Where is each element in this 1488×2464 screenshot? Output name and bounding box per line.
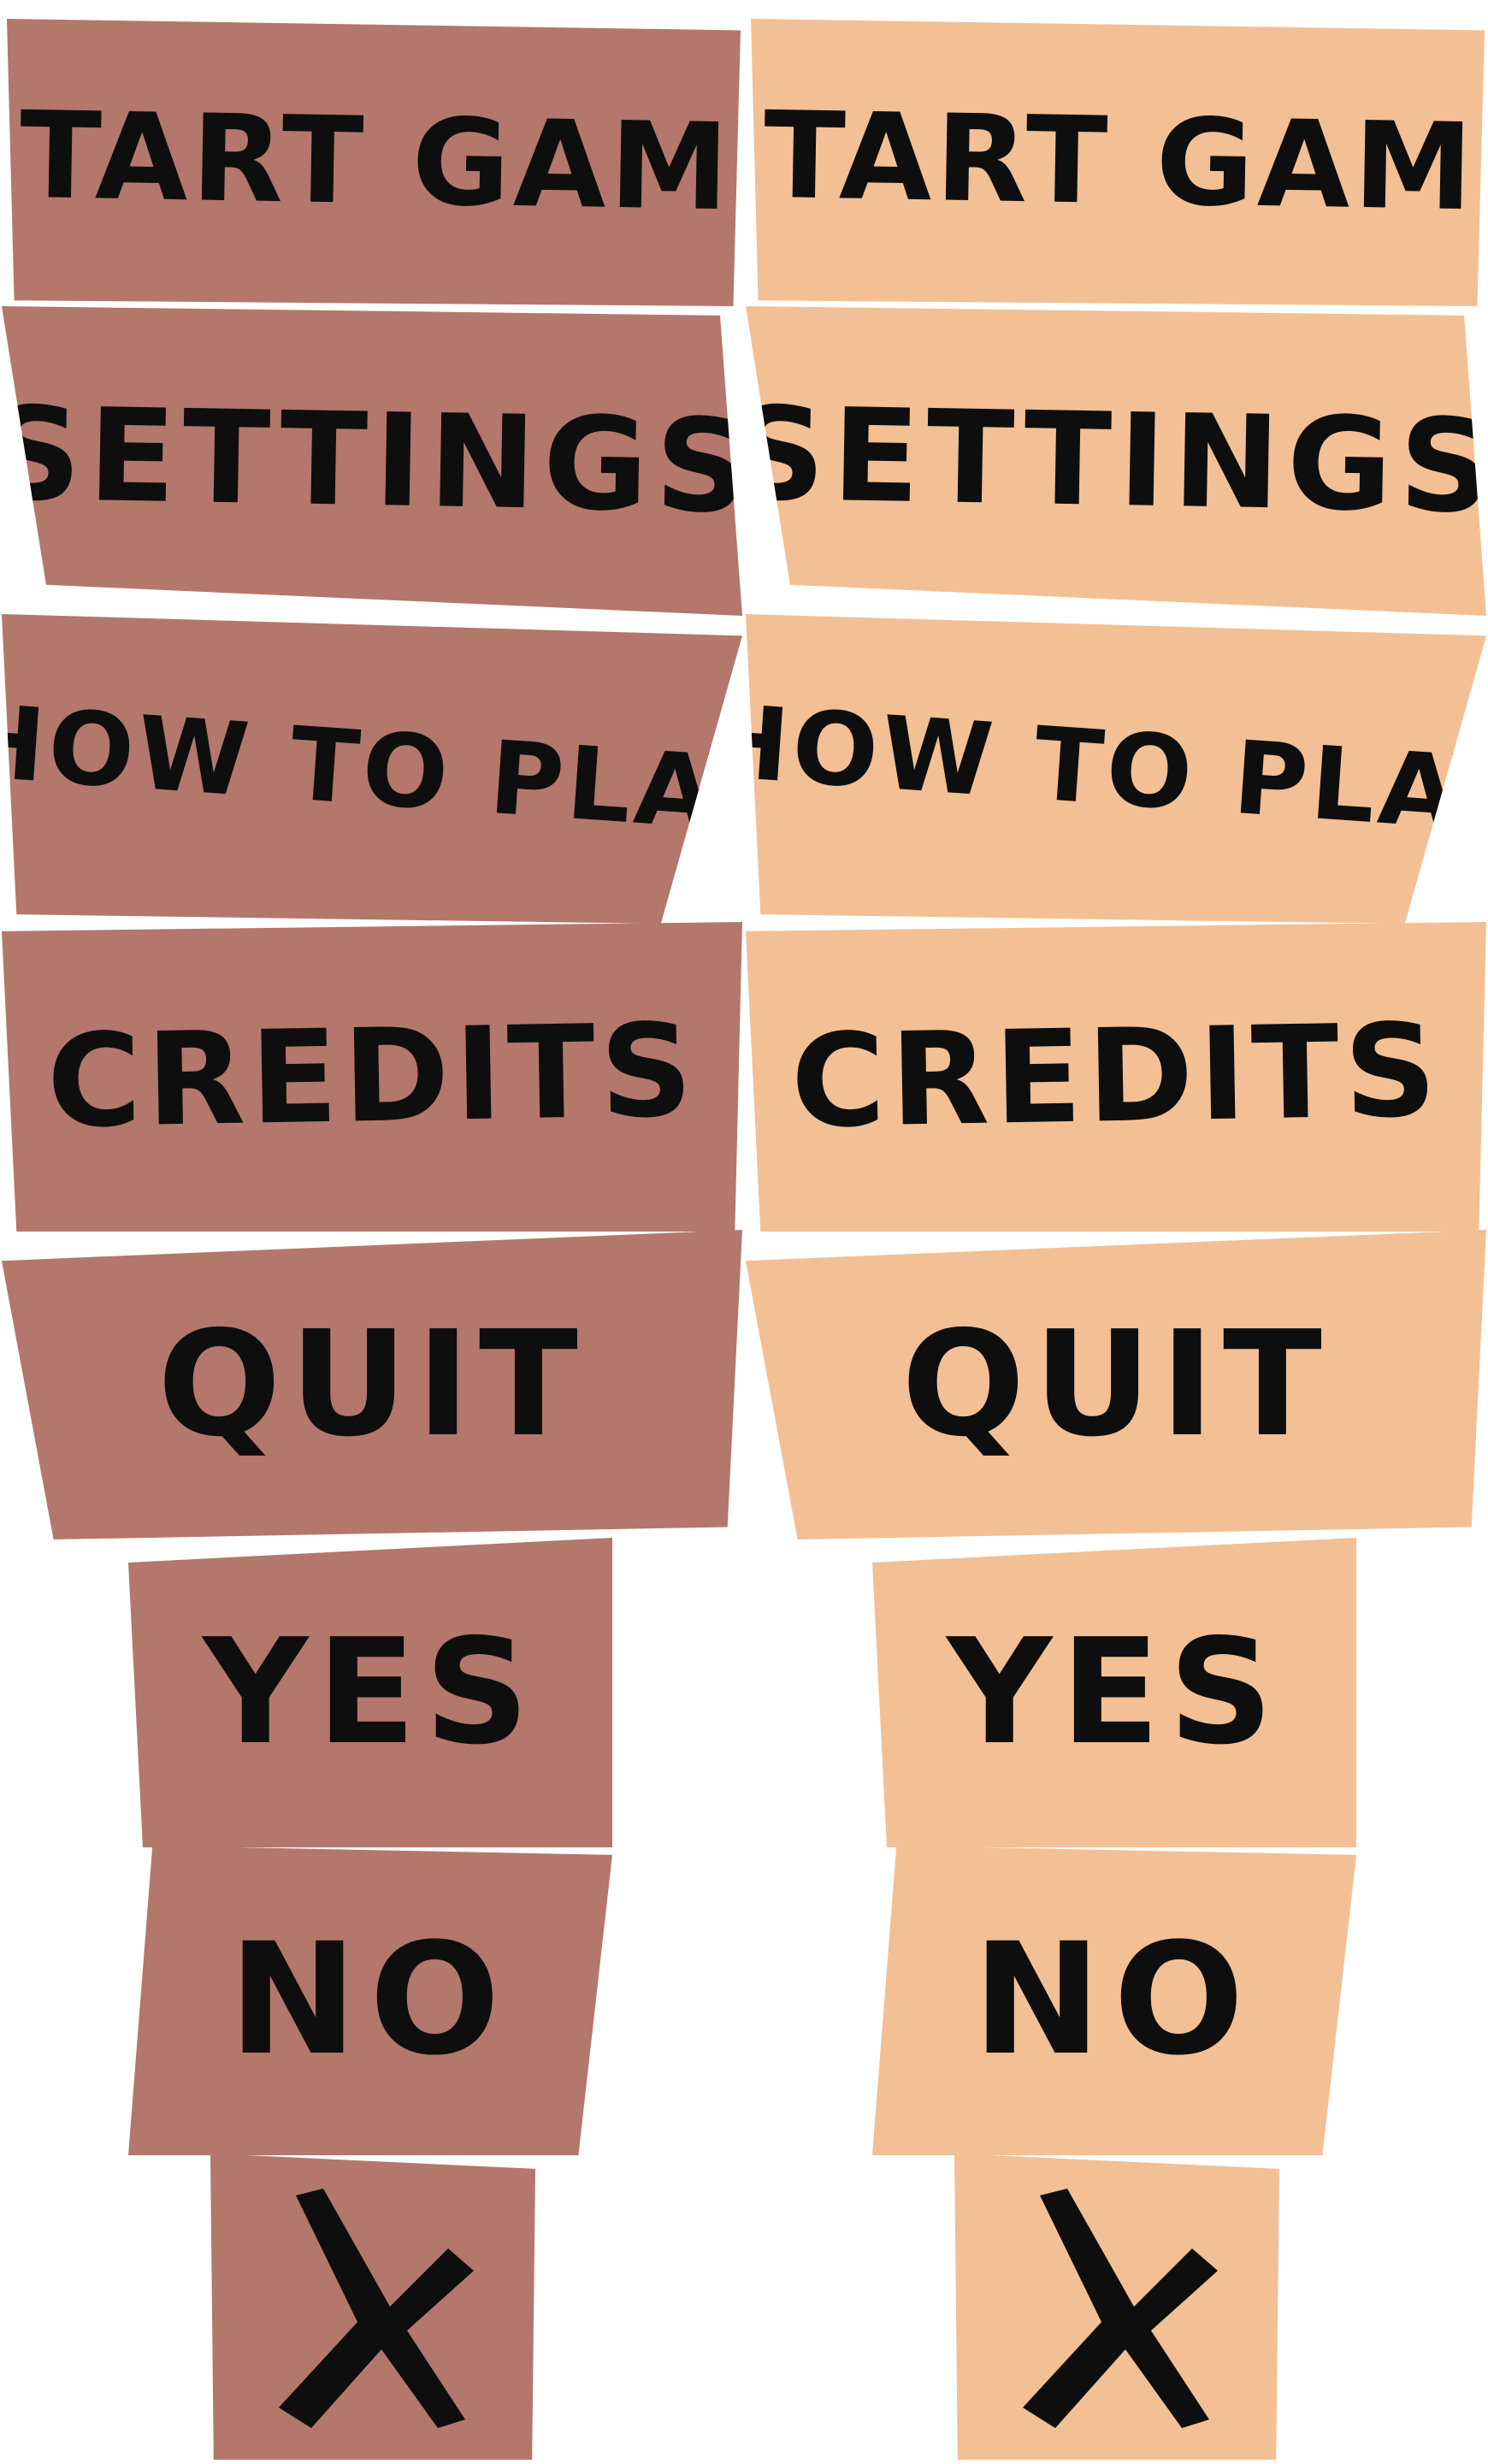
how-to-play-label: HOW TO PLAY xyxy=(0,681,788,857)
quit-button[interactable]: QUIT xyxy=(746,1230,1486,1539)
credits-button[interactable]: CREDITS xyxy=(2,922,742,1232)
credits-label: CREDITS xyxy=(789,996,1443,1157)
yes-button[interactable]: YES xyxy=(872,1538,1356,1847)
no-label: NO xyxy=(972,1911,1256,2089)
credits-button[interactable]: CREDITS xyxy=(746,922,1486,1232)
button-set-dark: START GAME SETTINGS HOW TO PLAY CREDITS … xyxy=(0,0,744,2464)
quit-button[interactable]: QUIT xyxy=(2,1230,742,1539)
button-set-light: START GAME SETTINGS HOW TO PLAY CREDITS … xyxy=(744,0,1488,2464)
x-close-icon xyxy=(262,2178,484,2435)
yes-label: YES xyxy=(947,1608,1282,1777)
start-game-button[interactable]: START GAME xyxy=(7,19,741,306)
no-label: NO xyxy=(228,1911,512,2089)
x-close-icon xyxy=(1006,2178,1228,2435)
settings-label: SETTINGS xyxy=(732,380,1488,542)
how-to-play-button[interactable]: HOW TO PLAY xyxy=(746,614,1486,924)
no-button[interactable]: NO xyxy=(872,1846,1356,2155)
settings-button[interactable]: SETTINGS xyxy=(746,306,1486,616)
yes-label: YES xyxy=(203,1608,538,1777)
how-to-play-label: HOW TO PLAY xyxy=(700,681,1488,857)
how-to-play-button[interactable]: HOW TO PLAY xyxy=(2,614,742,924)
settings-label: SETTINGS xyxy=(0,380,756,542)
yes-button[interactable]: YES xyxy=(128,1538,612,1847)
close-button[interactable] xyxy=(954,2154,1279,2460)
quit-label: QUIT xyxy=(901,1300,1331,1469)
close-button[interactable] xyxy=(210,2154,535,2460)
start-game-label: START GAME xyxy=(0,84,819,240)
credits-label: CREDITS xyxy=(45,996,699,1157)
settings-button[interactable]: SETTINGS xyxy=(2,306,742,616)
quit-label: QUIT xyxy=(157,1300,587,1469)
start-game-label: START GAME xyxy=(672,84,1488,240)
start-game-button[interactable]: START GAME xyxy=(751,19,1485,306)
no-button[interactable]: NO xyxy=(128,1846,612,2155)
